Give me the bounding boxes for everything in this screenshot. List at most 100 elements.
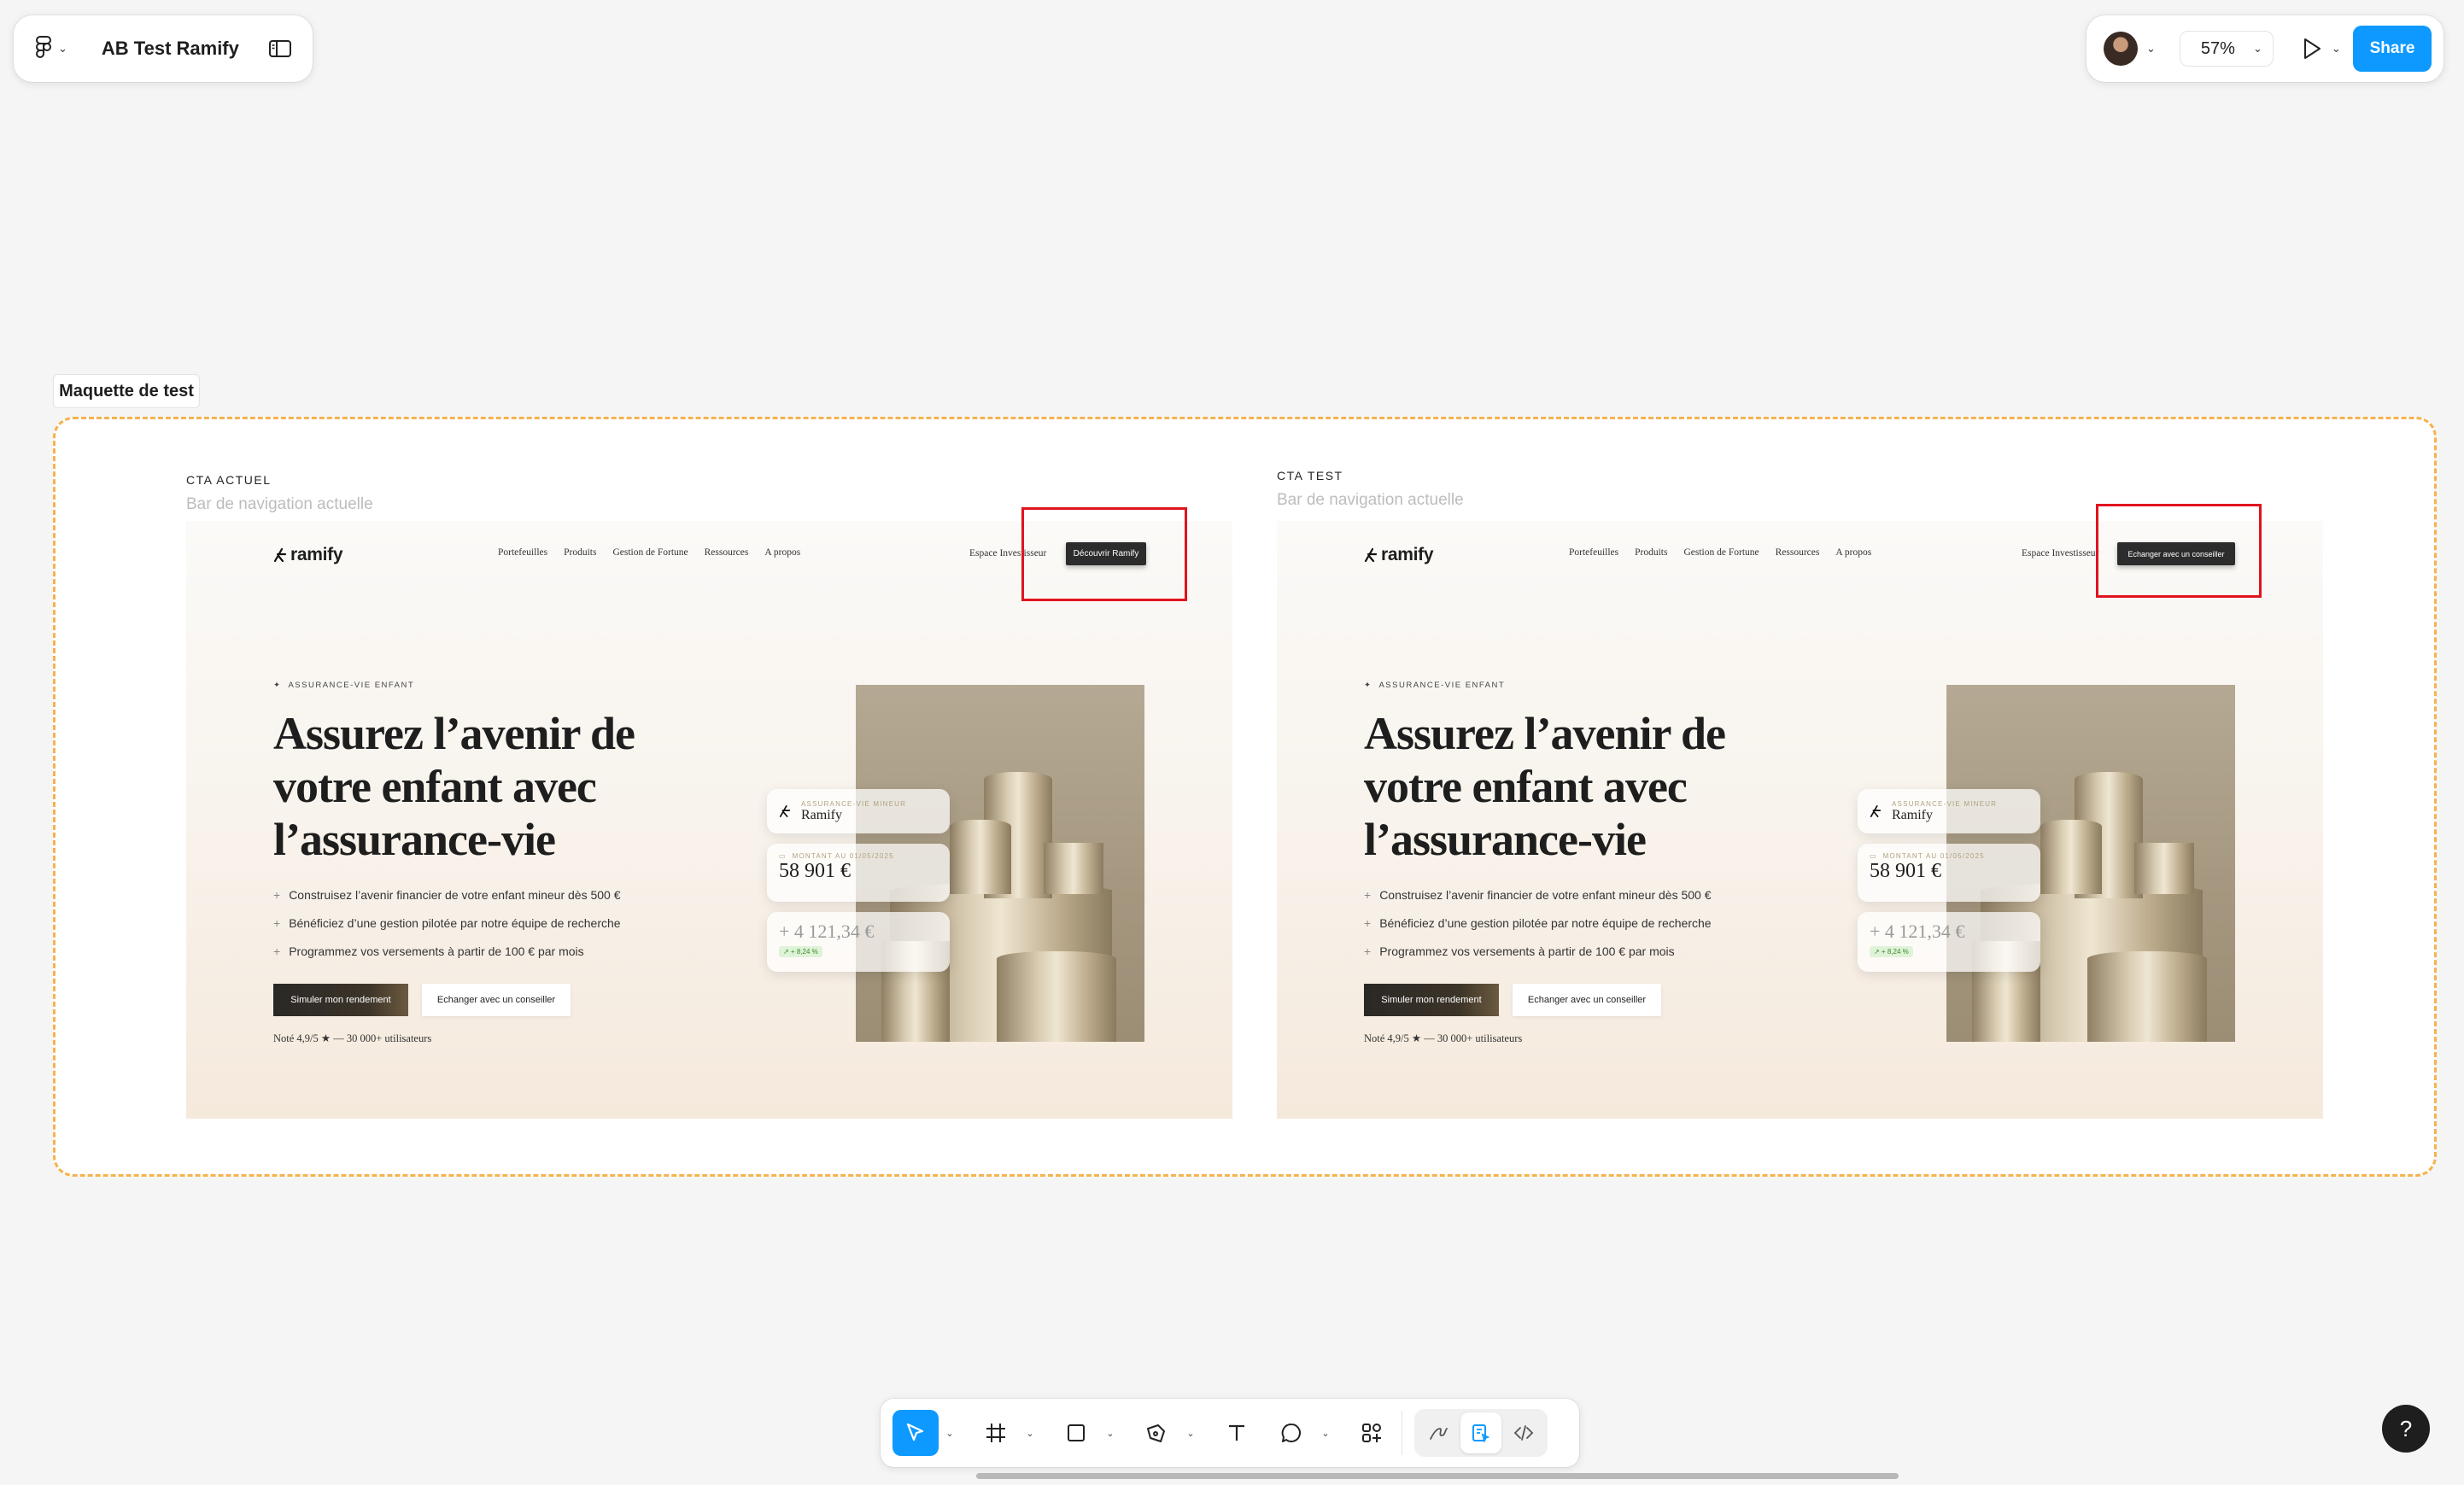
ramify-logo[interactable]: ramify xyxy=(273,545,343,565)
comment-tool[interactable] xyxy=(1268,1410,1314,1456)
list-item: + Construisez l’avenir financier de votre… xyxy=(1364,888,1712,916)
mockup-actuel[interactable]: ramify Portefeuilles Produits Gestion de… xyxy=(186,521,1232,1119)
help-button[interactable]: ? xyxy=(2382,1405,2430,1453)
mockup-test[interactable]: ramify Portefeuilles Produits Gestion de… xyxy=(1277,521,2323,1119)
calendar-icon: ▭ xyxy=(779,852,787,860)
nav-link-ressources[interactable]: Ressources xyxy=(705,547,749,558)
file-name[interactable]: AB Test Ramify xyxy=(102,38,239,60)
shape-tool[interactable] xyxy=(1053,1410,1099,1456)
play-icon xyxy=(2303,38,2321,59)
apps-icon xyxy=(1362,1424,1381,1442)
advisor-button[interactable]: Echanger avec un conseiller xyxy=(1513,984,1661,1016)
card-value: Ramify xyxy=(801,807,842,822)
hero-badge: ✦ ASSURANCE-VIE ENFANT xyxy=(273,681,414,690)
variant-subtitle: Bar de navigation actuelle xyxy=(186,495,373,513)
hero-bullets: + Construisez l’avenir financier de votre… xyxy=(273,888,621,973)
horizontal-scrollbar[interactable] xyxy=(976,1473,1899,1479)
card-value: Ramify xyxy=(1892,807,1933,822)
cursor-icon xyxy=(906,1423,924,1441)
draw-mode[interactable] xyxy=(1418,1412,1459,1453)
card-label: ▭ MONTANT AU 01/05/2025 xyxy=(1870,852,1985,860)
ramify-logo-icon xyxy=(1364,547,1378,563)
card-value: + 4 121,34 € xyxy=(779,921,875,942)
file-panel: ⌄ AB Test Ramify xyxy=(14,15,313,82)
chevron-down-icon[interactable]: ⌄ xyxy=(2146,42,2156,56)
rectangle-icon xyxy=(1068,1424,1085,1441)
frame-tool[interactable] xyxy=(973,1410,1019,1456)
section-label[interactable]: Maquette de test xyxy=(53,374,200,408)
info-card-montant: ▭ MONTANT AU 01/05/2025 58 901 € xyxy=(767,844,950,902)
text-tool[interactable] xyxy=(1214,1410,1260,1456)
card-label: ASSURANCE-VIE MINEUR xyxy=(801,799,907,808)
share-button[interactable]: Share xyxy=(2353,26,2432,72)
code-icon xyxy=(1513,1425,1534,1441)
ramify-logo-icon xyxy=(779,805,791,817)
pen-icon xyxy=(1147,1424,1165,1442)
advisor-button[interactable]: Echanger avec un conseiller xyxy=(422,984,571,1016)
list-item: + Construisez l’avenir financier de votre… xyxy=(273,888,621,916)
plus-icon: + xyxy=(1364,916,1372,930)
growth-badge: ↗ + 8,24 % xyxy=(1870,946,1913,957)
chevron-down-icon[interactable]: ⌄ xyxy=(1318,1428,1333,1439)
ramify-logo[interactable]: ramify xyxy=(1364,545,1434,565)
chevron-down-icon[interactable]: ⌄ xyxy=(1103,1428,1118,1439)
sparkle-icon: ✦ xyxy=(273,681,282,690)
hero-badge: ✦ ASSURANCE-VIE ENFANT xyxy=(1364,681,1505,690)
hero-badge-text: ASSURANCE-VIE ENFANT xyxy=(1378,681,1506,690)
list-item: + Programmez vos versements à partir de 1… xyxy=(1364,944,1712,973)
plus-icon: + xyxy=(273,944,281,958)
nav-link-portefeuilles[interactable]: Portefeuilles xyxy=(1569,547,1618,558)
chevron-down-icon[interactable]: ⌄ xyxy=(1183,1428,1198,1439)
main-menu-button[interactable]: ⌄ xyxy=(34,36,67,61)
bullet-text: Programmez vos versements à partir de 10… xyxy=(289,944,584,958)
nav-links: Portefeuilles Produits Gestion de Fortun… xyxy=(498,547,800,558)
draw-icon xyxy=(1430,1428,1448,1440)
nav-link-portefeuilles[interactable]: Portefeuilles xyxy=(498,547,547,558)
simulate-button[interactable]: Simuler mon rendement xyxy=(1364,984,1499,1016)
list-item: + Programmez vos versements à partir de 1… xyxy=(273,944,621,973)
info-card-gain: + 4 121,34 € ↗ + 8,24 % xyxy=(767,912,950,972)
nav-link-gestion[interactable]: Gestion de Fortune xyxy=(612,547,688,558)
present-button[interactable] xyxy=(2301,37,2323,61)
nav-espace-investisseur[interactable]: Espace Investisseur xyxy=(2022,548,2098,558)
avatar[interactable] xyxy=(2104,32,2138,66)
nav-link-ressources[interactable]: Ressources xyxy=(1776,547,1820,558)
mode-switcher xyxy=(1414,1409,1548,1457)
top-right-panel: ⌄ 57% ⌄ ⌄ Share xyxy=(2086,15,2444,82)
nav-link-produits[interactable]: Produits xyxy=(564,547,596,558)
nav-link-apropos[interactable]: A propos xyxy=(764,547,800,558)
dev-mode[interactable] xyxy=(1503,1412,1544,1453)
hero-badge-text: ASSURANCE-VIE ENFANT xyxy=(288,681,415,690)
list-item: + Bénéficiez d’une gestion pilotée par no… xyxy=(273,916,621,944)
variant-tag: CTA TEST xyxy=(1277,469,1343,482)
sidebar-toggle-icon[interactable] xyxy=(268,38,292,59)
chevron-down-icon[interactable]: ⌄ xyxy=(1022,1428,1038,1439)
design-mode[interactable] xyxy=(1460,1412,1501,1453)
bullet-text: Construisez l’avenir financier de votre … xyxy=(1379,888,1712,902)
nav-link-gestion[interactable]: Gestion de Fortune xyxy=(1683,547,1759,558)
bullet-text: Bénéficiez d’une gestion pilotée par not… xyxy=(1379,916,1712,930)
move-tool[interactable] xyxy=(893,1410,939,1456)
chevron-down-icon[interactable]: ⌄ xyxy=(2332,42,2341,56)
highlight-box-actuel[interactable] xyxy=(1021,507,1187,601)
zoom-dropdown[interactable]: 57% ⌄ xyxy=(2179,31,2274,67)
card-label: ▭ MONTANT AU 01/05/2025 xyxy=(779,852,894,860)
simulate-button[interactable]: Simuler mon rendement xyxy=(273,984,408,1016)
rating-text: Noté 4,9/5 ★ — 30 000+ utilisateurs xyxy=(273,1032,432,1044)
chevron-down-icon[interactable]: ⌄ xyxy=(942,1428,957,1439)
bullet-text: Bénéficiez d’une gestion pilotée par not… xyxy=(289,916,621,930)
highlight-box-test[interactable] xyxy=(2096,504,2262,598)
chevron-down-icon: ⌄ xyxy=(58,42,67,55)
card-label: ASSURANCE-VIE MINEUR xyxy=(1892,799,1998,808)
variant-tag: CTA ACTUEL xyxy=(186,473,272,487)
nav-link-apropos[interactable]: A propos xyxy=(1835,547,1871,558)
calendar-icon: ▭ xyxy=(1870,852,1877,860)
actions-tool[interactable] xyxy=(1349,1410,1395,1456)
info-card-gain: + 4 121,34 € ↗ + 8,24 % xyxy=(1858,912,2040,972)
figma-logo-icon xyxy=(36,36,51,58)
pen-tool[interactable] xyxy=(1133,1410,1179,1456)
design-icon xyxy=(1472,1424,1490,1444)
hero-title: Assurez l’avenir de votre enfant avec l’… xyxy=(1364,708,1726,865)
nav-link-produits[interactable]: Produits xyxy=(1635,547,1667,558)
ramify-logo-icon xyxy=(273,547,287,563)
